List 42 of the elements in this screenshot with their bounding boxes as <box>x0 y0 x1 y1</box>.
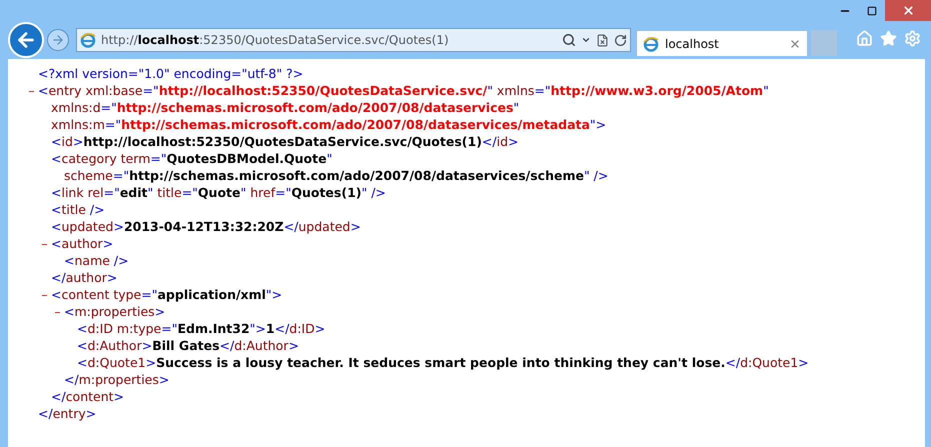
xml-line: <d:ID m:type="Edm.Int32">1</d:ID> <box>77 321 326 336</box>
url-text: http://localhost:52350/QuotesDataService.svc/Quotes(1) <box>101 32 450 49</box>
collapse-toggle[interactable]: – <box>28 82 35 99</box>
xml-line: <updated>2013-04-12T13:32:20Z</updated> <box>51 219 361 234</box>
forward-button[interactable] <box>47 29 69 51</box>
compatibility-icon[interactable] <box>596 34 609 46</box>
xml-line: <m:properties> <box>64 304 166 319</box>
tab-title: localhost <box>665 36 720 52</box>
forward-arrow-icon <box>51 33 65 47</box>
xml-line: </entry> <box>38 405 96 422</box>
close-tab-icon[interactable] <box>789 38 801 50</box>
xml-line: </m:properties> <box>64 371 170 388</box>
xml-line: </author> <box>51 269 118 286</box>
close-button[interactable] <box>885 0 931 21</box>
xml-line: <d:Quote1>Success is a lousy teacher. It seduces smart people into thinking they can't lose.</d:Quote1> <box>77 355 809 370</box>
xml-line: <title /> <box>51 202 105 217</box>
refresh-icon[interactable] <box>614 34 627 46</box>
dropdown-icon[interactable] <box>581 35 591 45</box>
maximize-icon <box>866 6 876 16</box>
collapse-toggle[interactable]: – <box>54 303 61 320</box>
browser-tab[interactable]: localhost <box>636 30 808 56</box>
browser-logo-icon <box>80 32 96 48</box>
xml-line: <link rel="edit" title="Quote" href="Quotes(1)" /> <box>51 185 386 200</box>
xml-line: <author> <box>51 236 114 251</box>
xml-line: xmlns:d="http://schemas.microsoft.com/ado/2007/08/dataservices" <box>51 100 520 115</box>
xml-line: <entry xml:base="http://localhost:52350/QuotesDataService.svc/" xmlns="http://www.w3.org/2005/Atom" <box>38 83 769 98</box>
collapse-toggle[interactable]: – <box>41 286 48 303</box>
xml-line: <name /> <box>64 253 129 268</box>
xml-line: <category term="QuotesDBModel.Quote" <box>51 151 332 166</box>
xml-line: <?xml version="1.0" encoding="utf-8" ?> <box>38 66 304 81</box>
xml-line: <id>http://localhost:52350/QuotesDataService.svc/Quotes(1)</id> <box>51 134 519 149</box>
back-button[interactable] <box>8 22 44 58</box>
close-icon <box>902 4 914 17</box>
xml-line: xmlns:m="http://schemas.microsoft.com/ado/2007/08/dataservices/metadata"> <box>51 117 606 132</box>
xml-line: scheme="http://schemas.microsoft.com/ado/2007/08/dataservices/scheme" /> <box>64 168 608 183</box>
collapse-toggle[interactable]: – <box>41 235 48 252</box>
xml-line: </content> <box>51 388 124 405</box>
xml-line: <content type="application/xml"> <box>51 287 282 302</box>
address-bar[interactable]: http://localhost:52350/QuotesDataService.svc/Quotes(1) <box>76 28 631 52</box>
xml-line: <d:Author>Bill Gates</d:Author> <box>77 338 299 353</box>
search-icon[interactable] <box>562 33 576 47</box>
browser-logo-icon <box>643 36 659 52</box>
